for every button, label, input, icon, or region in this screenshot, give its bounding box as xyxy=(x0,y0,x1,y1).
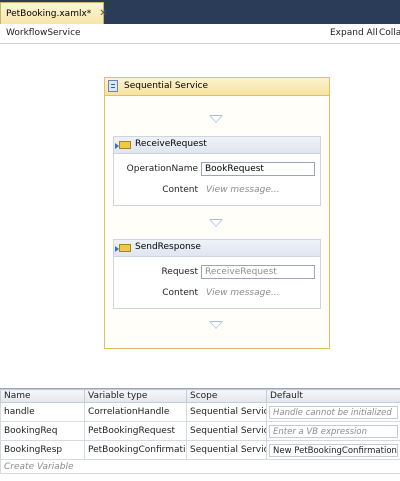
variable-scope-cell[interactable]: Sequential Service xyxy=(187,441,267,460)
variable-default-cell[interactable]: New PetBookingConfirmation() xyxy=(267,441,400,460)
close-icon[interactable]: ✕ xyxy=(99,8,107,19)
document-tab-strip: PetBooking.xamlx* ✕ xyxy=(0,0,400,24)
designer-header: WorkflowService Expand All Colla xyxy=(0,24,400,44)
tab-petbooking[interactable]: PetBooking.xamlx* ✕ xyxy=(0,2,104,24)
breadcrumb[interactable]: WorkflowService xyxy=(6,28,81,38)
column-header-scope[interactable]: Scope xyxy=(187,390,267,403)
default-expression-input[interactable]: New PetBookingConfirmation() xyxy=(269,444,398,457)
send-response-activity[interactable]: SendResponse Request Content View messag… xyxy=(113,239,321,309)
sequence-activity[interactable]: Sequential Service ReceiveRequest Operat… xyxy=(104,77,330,349)
send-content-label: Content xyxy=(114,288,198,298)
expand-all-link[interactable]: Expand All xyxy=(330,28,378,38)
default-expression-input[interactable]: Handle cannot be initialized xyxy=(269,406,398,419)
column-header-name[interactable]: Name xyxy=(1,390,85,403)
receive-content-label: Content xyxy=(114,185,198,195)
drop-target-arrow-icon[interactable] xyxy=(209,321,223,329)
send-icon xyxy=(119,244,131,252)
variables-panel: Name Variable type Scope Default handle … xyxy=(0,388,400,481)
drop-target-arrow-icon[interactable] xyxy=(209,115,223,123)
table-row[interactable]: BookingReq PetBookingRequest Sequential … xyxy=(1,422,400,441)
create-variable-row[interactable]: Create Variable xyxy=(1,460,400,474)
receive-request-header[interactable]: ReceiveRequest xyxy=(114,137,320,154)
variable-scope-cell[interactable]: Sequential Service xyxy=(187,422,267,441)
receive-request-title: ReceiveRequest xyxy=(135,139,207,149)
operation-name-label: OperationName xyxy=(114,164,198,174)
column-header-type[interactable]: Variable type xyxy=(85,390,187,403)
create-variable-link[interactable]: Create Variable xyxy=(1,460,400,474)
drop-target-arrow-icon[interactable] xyxy=(209,219,223,227)
sequence-title: Sequential Service xyxy=(124,81,208,91)
variables-table: Name Variable type Scope Default handle … xyxy=(0,389,400,474)
variable-type-cell[interactable]: CorrelationHandle xyxy=(85,403,187,422)
sequence-icon xyxy=(108,80,118,92)
request-input[interactable] xyxy=(201,265,315,279)
table-row[interactable]: BookingResp PetBookingConfirmation Seque… xyxy=(1,441,400,460)
table-row[interactable]: handle CorrelationHandle Sequential Serv… xyxy=(1,403,400,422)
variables-header-row: Name Variable type Scope Default xyxy=(1,390,400,403)
send-response-header[interactable]: SendResponse xyxy=(114,240,320,257)
variable-default-cell[interactable]: Enter a VB expression xyxy=(267,422,400,441)
variable-name-cell[interactable]: BookingReq xyxy=(1,422,85,441)
collapse-all-link[interactable]: Colla xyxy=(379,28,400,38)
column-header-default[interactable]: Default xyxy=(267,390,400,403)
sequence-header[interactable]: Sequential Service xyxy=(105,78,329,96)
receive-request-activity[interactable]: ReceiveRequest OperationName Content Vie… xyxy=(113,136,321,206)
send-content-link[interactable]: View message... xyxy=(206,288,279,298)
operation-name-input[interactable] xyxy=(201,162,315,176)
variable-default-cell[interactable]: Handle cannot be initialized xyxy=(267,403,400,422)
receive-content-link[interactable]: View message... xyxy=(206,185,279,195)
request-label: Request xyxy=(114,267,198,277)
variable-scope-cell[interactable]: Sequential Service xyxy=(187,403,267,422)
tab-label: PetBooking.xamlx* xyxy=(6,9,91,19)
receive-icon xyxy=(119,141,131,149)
send-response-title: SendResponse xyxy=(135,242,201,252)
variable-type-cell[interactable]: PetBookingConfirmation xyxy=(85,441,187,460)
variable-name-cell[interactable]: handle xyxy=(1,403,85,422)
variable-type-cell[interactable]: PetBookingRequest xyxy=(85,422,187,441)
default-expression-input[interactable]: Enter a VB expression xyxy=(269,425,398,438)
variable-name-cell[interactable]: BookingResp xyxy=(1,441,85,460)
